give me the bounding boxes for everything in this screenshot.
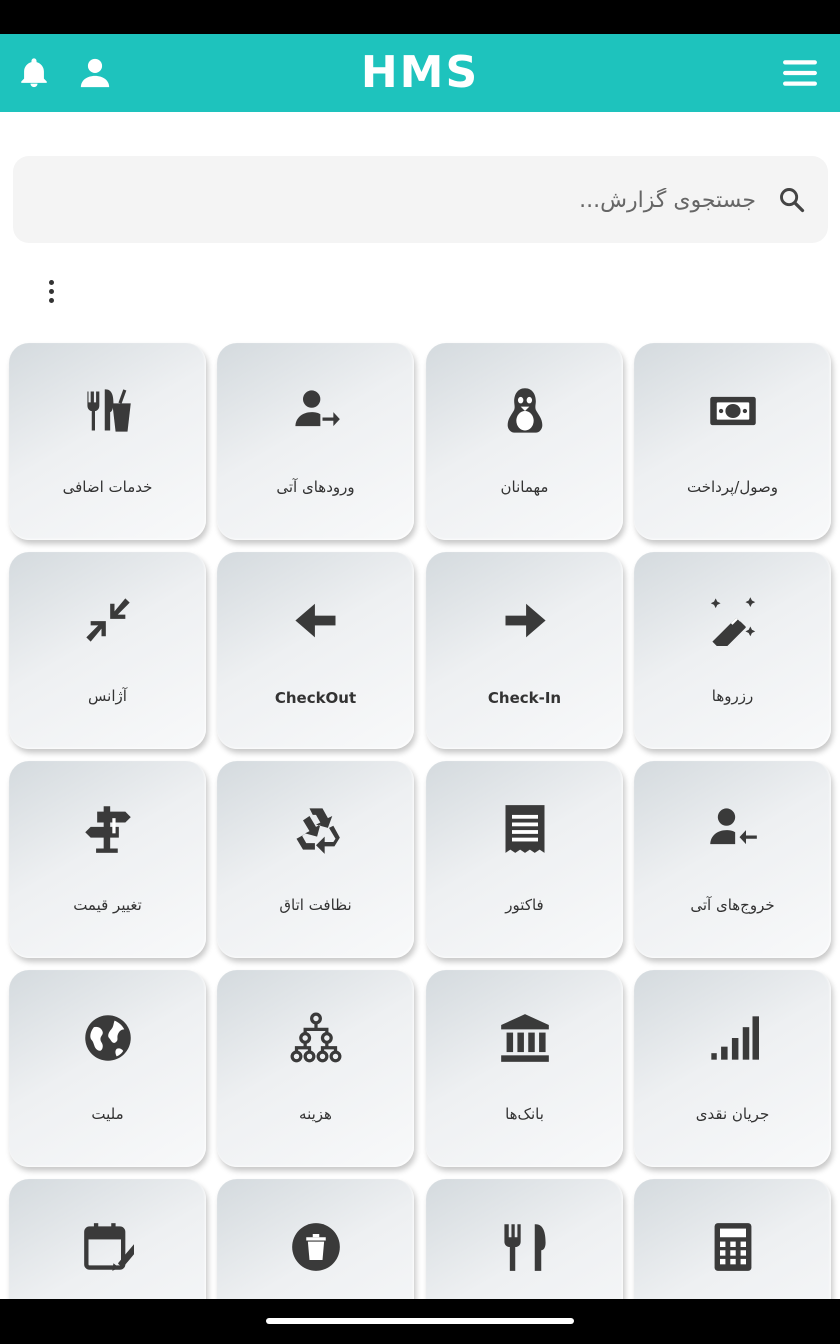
signal-bars-icon [707,1012,759,1064]
report-tile-label: خدمات اضافی [62,478,153,496]
user-arrow-right-icon [290,385,342,437]
signpost-icon [82,803,134,855]
calculator-icon [707,1221,759,1273]
compress-icon [82,594,134,646]
report-tile-label: CheckOut [274,689,357,707]
report-tile[interactable]: بانک‌ها [426,970,623,1167]
recycle-icon [290,803,342,855]
app-screen: HMS وصول/پرداخت مهمانان ورودهای آتی خدمات ا… [0,34,840,1299]
user-arrow-left-icon [707,803,759,855]
report-tile[interactable] [634,1179,831,1299]
utensils-drink-icon [82,385,134,437]
hierarchy-icon [290,1012,342,1064]
report-tile[interactable] [426,1179,623,1299]
status-bar [0,0,840,34]
arrow-right-icon [499,594,551,646]
report-tile[interactable]: آژانس [9,552,206,749]
report-tile-label: بانک‌ها [505,1105,544,1123]
report-tile[interactable]: Check-In [426,552,623,749]
report-tile-label: مهمانان [500,478,549,496]
report-tile-label: Check-In [487,689,562,707]
search-bar [13,156,828,243]
receipt-icon [499,803,551,855]
fork-knife-icon [499,1221,551,1273]
report-tile-label: فاکتور [505,896,544,914]
report-tile-label: خروج‌های آتی [690,896,775,914]
report-tile-label: رزروها [711,687,754,705]
report-tile[interactable]: هزینه [217,970,414,1167]
search-icon[interactable] [778,186,806,214]
bank-icon [499,1012,551,1064]
report-tile[interactable] [9,1179,206,1299]
report-tile-label: جریان نقدی [695,1105,770,1123]
home-gesture-handle[interactable] [266,1318,574,1324]
report-tile[interactable]: جریان نقدی [634,970,831,1167]
report-tile-label: ورودهای آتی [276,478,355,496]
report-tile[interactable]: فاکتور [426,761,623,958]
report-tile[interactable]: نظافت اتاق [217,761,414,958]
report-tile-label: وصول/پرداخت [687,478,778,496]
report-tile[interactable]: ملیت [9,970,206,1167]
report-tile[interactable]: تغییر قیمت [9,761,206,958]
app-bar: HMS [0,34,840,112]
penguin-icon [499,385,551,437]
report-tile-label: نظافت اتاق [279,896,352,914]
report-tile[interactable] [217,1179,414,1299]
report-tile[interactable]: رزروها [634,552,831,749]
report-tile-label: آژانس [88,687,127,705]
globe-icon [82,1012,134,1064]
arrow-left-icon [290,594,342,646]
hamburger-menu-icon[interactable] [780,53,820,93]
vertical-dots-icon[interactable] [38,274,64,308]
report-tile-label: ملیت [91,1105,124,1123]
calendar-edit-icon [82,1221,134,1273]
report-tile[interactable]: ورودهای آتی [217,343,414,540]
report-tile[interactable]: مهمانان [426,343,623,540]
search-input[interactable] [156,176,756,224]
system-nav-bar [0,1299,840,1344]
trash-icon [290,1221,342,1273]
report-tile[interactable]: وصول/پرداخت [634,343,831,540]
money-bill-icon [707,385,759,437]
report-tile[interactable]: خدمات اضافی [9,343,206,540]
app-logo: HMS [360,47,480,98]
report-tile[interactable]: CheckOut [217,552,414,749]
report-tile-label: تغییر قیمت [73,896,142,914]
report-tile[interactable]: خروج‌های آتی [634,761,831,958]
report-tile-label: هزینه [299,1105,332,1123]
magic-wand-icon [707,594,759,646]
